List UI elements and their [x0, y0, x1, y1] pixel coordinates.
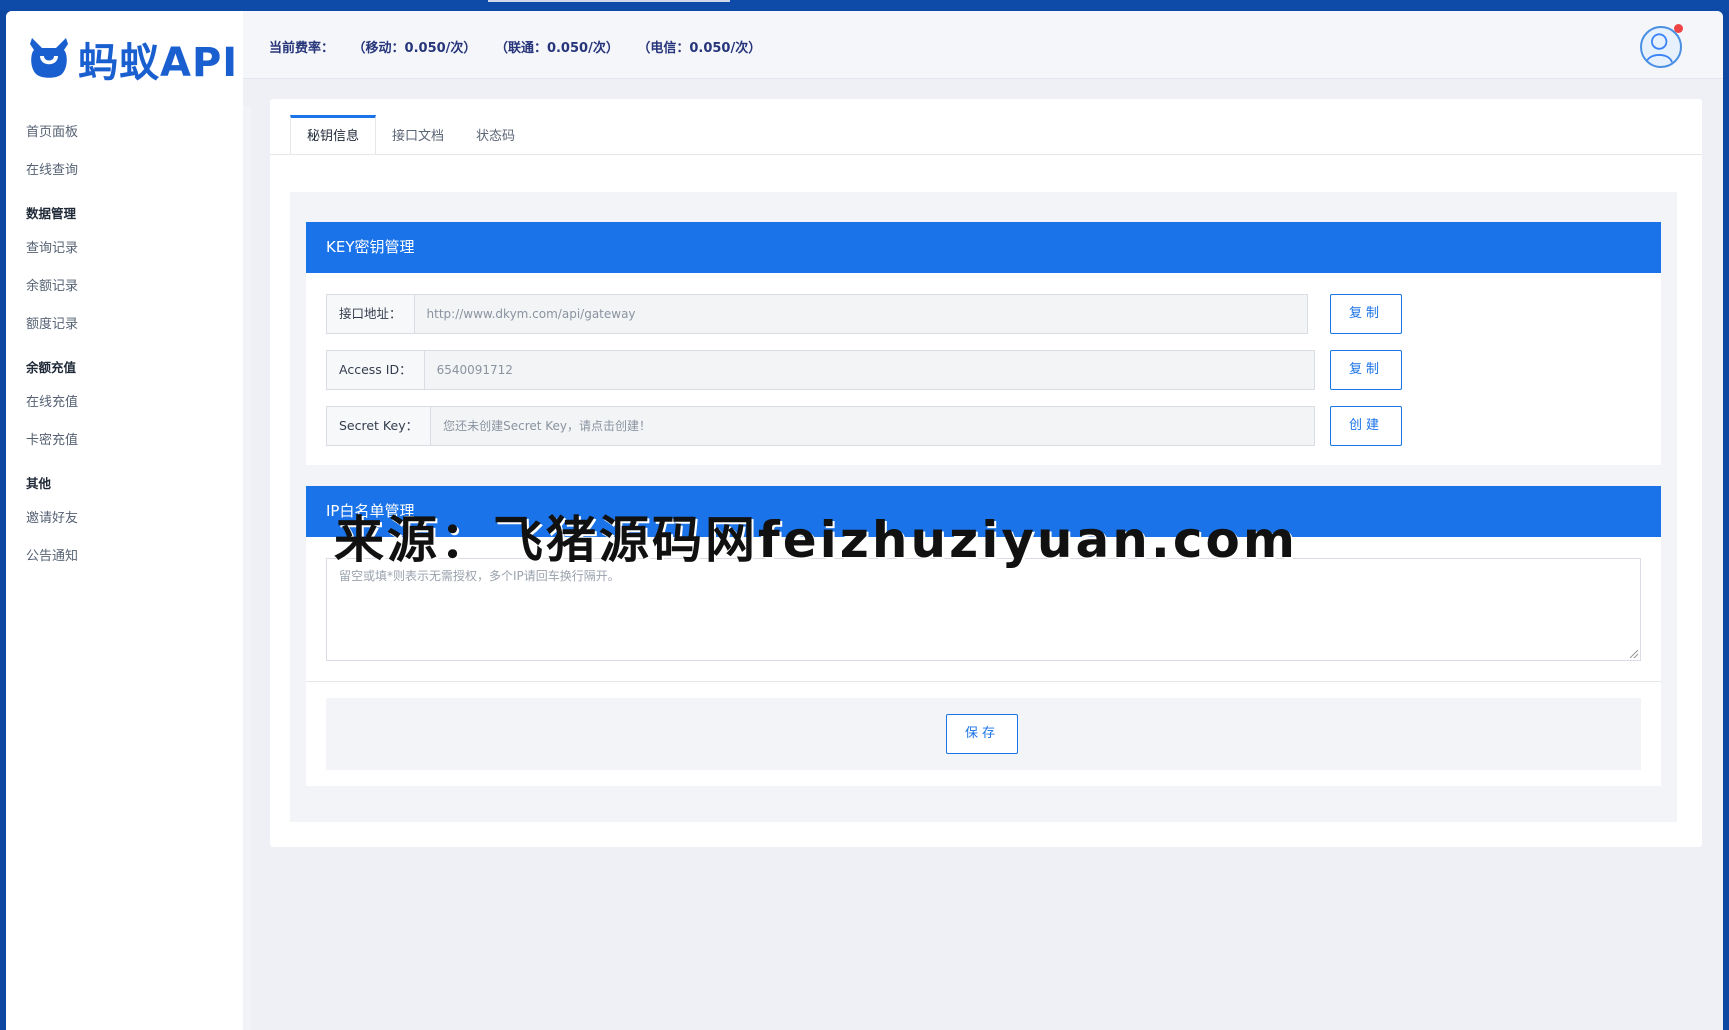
secret-key-field[interactable]: 您还未创建Secret Key，请点击创建！	[430, 406, 1316, 446]
sidebar-group-recharge: 余额充值	[26, 360, 77, 375]
save-button[interactable]: 保存	[946, 714, 1018, 754]
sidebar-nav: 首页面板 在线查询数据管理查询记录 余额记录 额度记录余额充值在线充值 卡密充值其他邀请…	[6, 114, 243, 576]
sidebar-item-query-records[interactable]: 查询记录	[6, 230, 243, 268]
access-id-label: Access ID：	[326, 350, 424, 390]
resize-handle-icon[interactable]	[1630, 650, 1638, 658]
tab-divider	[270, 154, 1702, 155]
api-url-label: 接口地址：	[326, 294, 414, 334]
create-secret-key-button[interactable]: 创建	[1330, 406, 1402, 446]
key-panel-title: KEY密钥管理	[306, 222, 1661, 273]
sidebar-edge	[243, 106, 251, 1030]
sidebar-item-invite[interactable]: 邀请好友	[6, 500, 243, 538]
window-top-strip	[0, 0, 1729, 11]
user-icon	[1645, 33, 1673, 63]
watermark-text: 来源：飞猪源码网feizhuziyuan.com	[334, 511, 1298, 569]
logo-text: 蚂蚁API	[78, 40, 239, 86]
rate-label: 当前费率：	[269, 41, 335, 56]
rate-unicom: （联通：0.050/次）	[494, 41, 619, 56]
sidebar-item-balance-records[interactable]: 余额记录	[6, 268, 243, 306]
ip-whitelist-textarea[interactable]: 留空或填*则表示无需授权，多个IP请回车换行隔开。	[326, 558, 1641, 661]
top-highlight	[488, 0, 730, 2]
tab-bar: 秘钥信息 接口文档 状态码	[290, 115, 531, 155]
ant-logo-icon	[30, 38, 68, 78]
sidebar-group-data: 数据管理	[26, 206, 77, 221]
sidebar: 蚂蚁API 首页面板 在线查询数据管理查询记录 余额记录 额度记录余额充值在线充值 卡密…	[6, 11, 243, 1030]
main-card: 秘钥信息 接口文档 状态码 KEY密钥管理 接口地址： http://www.d…	[270, 99, 1702, 847]
secret-key-label: Secret Key：	[326, 406, 431, 446]
sidebar-item-dashboard[interactable]: 首页面板	[6, 114, 243, 152]
sidebar-group-other: 其他	[26, 476, 52, 491]
panel-divider	[306, 681, 1661, 682]
sidebar-item-online-recharge[interactable]: 在线充值	[6, 384, 243, 422]
access-id-row: Access ID： 6540091712	[326, 350, 1315, 390]
sidebar-item-announcements[interactable]: 公告通知	[6, 538, 243, 576]
access-id-field[interactable]: 6540091712	[423, 350, 1315, 390]
sidebar-item-online-query[interactable]: 在线查询	[6, 152, 243, 190]
api-url-row: 接口地址： http://www.dkym.com/api/gateway	[326, 294, 1308, 334]
secret-key-row: Secret Key： 您还未创建Secret Key，请点击创建！	[326, 406, 1316, 446]
key-panel: KEY密钥管理 接口地址： http://www.dkym.com/api/ga…	[306, 222, 1661, 465]
rate-telecom: （电信：0.050/次）	[637, 41, 762, 56]
rate-info: 当前费率： （移动：0.050/次） （联通：0.050/次） （电信：0.05…	[269, 37, 775, 56]
top-header: 当前费率： （移动：0.050/次） （联通：0.050/次） （电信：0.05…	[243, 11, 1723, 79]
copy-access-id-button[interactable]: 复制	[1330, 350, 1402, 390]
copy-api-url-button[interactable]: 复制	[1330, 294, 1402, 334]
api-url-field[interactable]: http://www.dkym.com/api/gateway	[413, 294, 1308, 334]
tab-status-codes[interactable]: 状态码	[460, 115, 531, 155]
save-area: 保存	[326, 698, 1641, 770]
sidebar-item-quota-records[interactable]: 额度记录	[6, 306, 243, 344]
tab-api-docs[interactable]: 接口文档	[376, 115, 460, 155]
rate-mobile: （移动：0.050/次）	[352, 41, 477, 56]
notification-dot	[1674, 24, 1683, 33]
tab-key-info[interactable]: 秘钥信息	[290, 115, 377, 155]
logo[interactable]: 蚂蚁API	[26, 33, 239, 86]
sidebar-item-card-recharge[interactable]: 卡密充值	[6, 422, 243, 460]
